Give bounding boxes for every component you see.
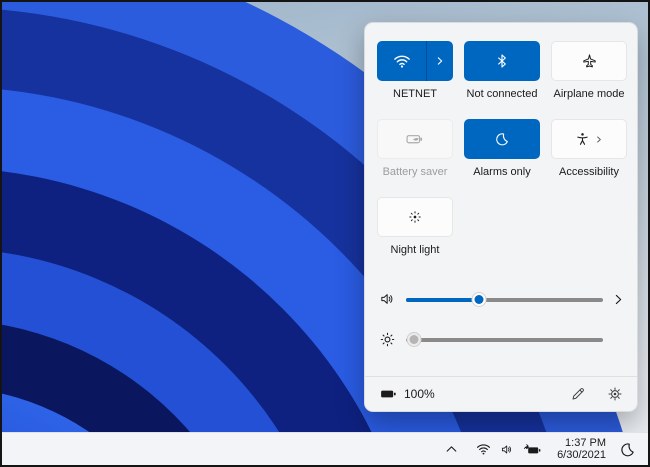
- focus-assist-tray-button[interactable]: [613, 436, 641, 462]
- volume-slider-thumb[interactable]: [471, 292, 486, 307]
- moon-icon: [494, 131, 510, 147]
- battery-saver-icon: [405, 131, 425, 147]
- quick-settings-panel: NETNET Not connected: [364, 22, 638, 412]
- chevron-right-icon: [612, 293, 625, 306]
- gear-icon: [607, 386, 623, 402]
- pencil-icon: [570, 386, 586, 402]
- wifi-tile-label: NETNET: [393, 88, 437, 101]
- bluetooth-tile[interactable]: [464, 41, 540, 81]
- clock-time: 1:37 PM: [557, 437, 606, 449]
- battery-saver-tile-label: Battery saver: [383, 166, 448, 179]
- battery-icon: [379, 387, 398, 401]
- airplane-mode-tile[interactable]: [551, 41, 627, 81]
- volume-slider-thumb-dot: [474, 295, 483, 304]
- accessibility-tile[interactable]: [551, 119, 627, 159]
- wifi-icon: [476, 443, 491, 456]
- quick-settings-tile-grid: NETNET Not connected: [377, 41, 625, 257]
- volume-row: [377, 287, 625, 311]
- tile-cell-wifi: NETNET: [377, 41, 453, 101]
- battery-saver-tile[interactable]: [377, 119, 453, 159]
- night-light-icon: [407, 209, 423, 225]
- brightness-row: [377, 327, 625, 351]
- volume-slider-fill: [406, 298, 479, 302]
- chevron-right-icon: [435, 56, 445, 66]
- footer-actions: [570, 386, 623, 402]
- bluetooth-tile-label: Not connected: [467, 88, 538, 101]
- night-light-tile-label: Night light: [391, 244, 440, 257]
- moon-icon: [619, 441, 636, 458]
- edit-quick-settings-button[interactable]: [570, 386, 586, 402]
- screenshot-root: NETNET Not connected: [0, 0, 650, 467]
- brightness-slider-track[interactable]: [406, 338, 603, 342]
- battery-charging-icon: [523, 443, 541, 456]
- airplane-icon: [581, 53, 598, 70]
- settings-button[interactable]: [607, 386, 623, 402]
- volume-expand-button[interactable]: [603, 293, 625, 306]
- airplane-mode-tile-label: Airplane mode: [554, 88, 625, 101]
- tile-cell-airplane: Airplane mode: [551, 41, 627, 101]
- tile-cell-accessibility: Accessibility: [551, 119, 627, 179]
- taskbar-system-tray[interactable]: [469, 436, 548, 462]
- wifi-tile[interactable]: [377, 41, 453, 81]
- wifi-icon: [392, 52, 412, 70]
- quick-settings-footer: 100%: [365, 376, 637, 411]
- speaker-icon[interactable]: [377, 291, 397, 307]
- wifi-expand-button[interactable]: [427, 41, 453, 81]
- brightness-slider-thumb-dot: [409, 335, 418, 344]
- taskbar-clock[interactable]: 1:37 PM 6/30/2021: [557, 437, 606, 461]
- battery-percentage: 100%: [404, 387, 435, 401]
- tile-cell-bluetooth: Not connected: [464, 41, 540, 101]
- tile-cell-focus-assist: Alarms only: [464, 119, 540, 179]
- volume-slider[interactable]: [406, 291, 603, 308]
- brightness-slider[interactable]: [406, 331, 603, 348]
- accessibility-tile-label: Accessibility: [559, 166, 619, 179]
- tile-cell-battery-saver: Battery saver: [377, 119, 453, 179]
- speaker-icon: [500, 443, 514, 456]
- chevron-up-icon: [445, 444, 458, 454]
- wifi-toggle[interactable]: [377, 41, 426, 81]
- tile-cell-night-light: Night light: [377, 197, 453, 257]
- clock-date: 6/30/2021: [557, 449, 606, 461]
- chevron-right-icon: [595, 135, 603, 144]
- brightness-slider-thumb[interactable]: [406, 332, 421, 347]
- sun-icon: [377, 331, 397, 348]
- night-light-tile[interactable]: [377, 197, 453, 237]
- taskbar: 1:37 PM 6/30/2021: [2, 432, 648, 465]
- bluetooth-icon: [494, 52, 510, 70]
- focus-assist-tile-label: Alarms only: [473, 166, 530, 179]
- focus-assist-tile[interactable]: [464, 119, 540, 159]
- taskbar-overflow-button[interactable]: [439, 436, 463, 462]
- accessibility-icon: [575, 131, 590, 147]
- battery-status[interactable]: 100%: [379, 387, 435, 401]
